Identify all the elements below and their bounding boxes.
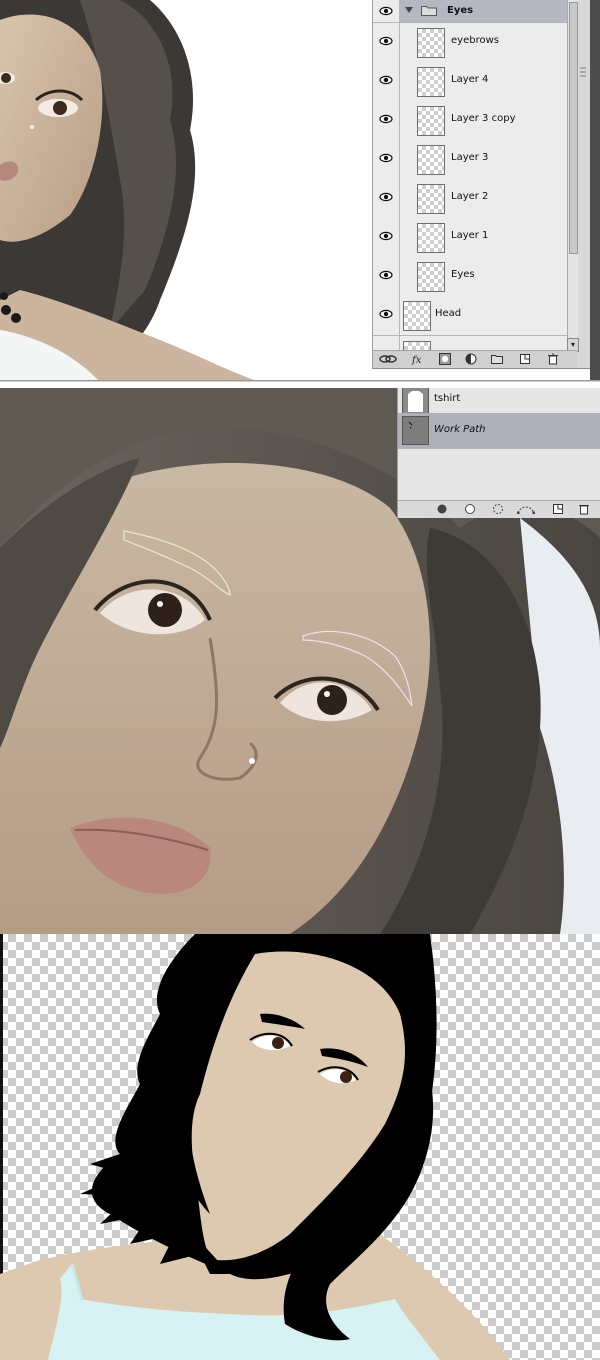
- paths-screenshot: tshirt Work Path: [0, 388, 600, 934]
- layer-thumbnail: [417, 28, 445, 58]
- make-path-icon[interactable]: [516, 503, 536, 515]
- eye-icon: [379, 192, 393, 202]
- panel-edge: [590, 0, 600, 382]
- eye-icon: [379, 114, 393, 124]
- eye-icon: [379, 153, 393, 163]
- path-label: Work Path: [434, 424, 486, 435]
- layer-label: Head: [435, 308, 462, 319]
- layer-thumbnail: [403, 341, 431, 350]
- visibility-toggle[interactable]: [373, 336, 400, 350]
- layer-label: Layer 4: [451, 74, 489, 85]
- eye-icon: [379, 231, 393, 241]
- layer-label: Layer 3 copy: [451, 113, 516, 124]
- stroke-path-icon[interactable]: [464, 503, 476, 515]
- layers-panel: Eyes eyebrows Layer 4 Layer 3 copy Layer…: [372, 0, 591, 369]
- vector-result-canvas: [0, 934, 600, 1360]
- layers-toolbar: fx: [373, 350, 577, 368]
- layer-group-eyes[interactable]: Eyes: [373, 0, 569, 23]
- folder-icon: [421, 6, 437, 16]
- layer-thumbnail: [403, 301, 431, 331]
- paths-toolbar: [398, 500, 600, 518]
- visibility-toggle[interactable]: [373, 257, 400, 296]
- new-layer-icon[interactable]: [519, 353, 531, 365]
- layer-thumbnail: [417, 223, 445, 253]
- paths-panel: tshirt Work Path: [397, 388, 600, 518]
- eye-icon: [379, 6, 393, 16]
- photo-girl-head: [0, 0, 372, 382]
- vector-illustration: [0, 934, 510, 1360]
- layer-row-layer-4[interactable]: Layer 4: [373, 62, 569, 102]
- layer-label: Layer 3: [451, 152, 489, 163]
- link-icon[interactable]: [379, 353, 397, 365]
- layer-row-layer-1[interactable]: Layer 1: [373, 218, 569, 258]
- fill-path-icon[interactable]: [436, 503, 448, 515]
- eye-icon: [379, 75, 393, 85]
- layers-screenshot: Eyes eyebrows Layer 4 Layer 3 copy Layer…: [0, 0, 600, 382]
- layer-label: Eyes: [451, 269, 475, 280]
- path-shape-icon: [408, 421, 413, 429]
- visibility-toggle[interactable]: [373, 296, 400, 335]
- eye-icon: [379, 309, 393, 319]
- visibility-toggle[interactable]: [373, 0, 400, 22]
- mask-icon[interactable]: [439, 353, 451, 365]
- path-thumbnail: [402, 388, 429, 414]
- trash-icon[interactable]: [547, 353, 559, 365]
- layer-thumbnail: [417, 145, 445, 175]
- panel-grip-icon[interactable]: [580, 62, 586, 82]
- layers-scrollbar[interactable]: [567, 0, 578, 350]
- new-path-icon[interactable]: [552, 503, 564, 515]
- layer-row-layer-3[interactable]: Layer 3: [373, 140, 569, 180]
- visibility-toggle[interactable]: [373, 23, 400, 62]
- layer-row-layer-2[interactable]: Layer 2: [373, 179, 569, 219]
- eye-icon: [379, 36, 393, 46]
- layer-label: eyebrows: [451, 35, 499, 46]
- eye-icon: [379, 270, 393, 280]
- visibility-toggle[interactable]: [373, 62, 400, 101]
- layer-thumbnail: [417, 67, 445, 97]
- expand-triangle-icon[interactable]: [405, 7, 413, 13]
- visibility-toggle[interactable]: [373, 218, 400, 257]
- visibility-toggle[interactable]: [373, 179, 400, 218]
- path-label: tshirt: [434, 393, 461, 404]
- path-row-work-path[interactable]: Work Path: [398, 413, 600, 449]
- scrollbar-thumb[interactable]: [569, 2, 578, 254]
- layer-thumbnail: [417, 106, 445, 136]
- visibility-toggle[interactable]: [373, 140, 400, 179]
- layer-row-layer-3-copy[interactable]: Layer 3 copy: [373, 101, 569, 141]
- layer-thumbnail: [417, 184, 445, 214]
- fx-icon[interactable]: fx: [411, 353, 427, 365]
- folder-icon[interactable]: [491, 353, 503, 365]
- adjustment-icon[interactable]: [465, 353, 477, 365]
- trash-icon[interactable]: [578, 503, 590, 515]
- layer-label: Layer 2: [451, 191, 489, 202]
- svg-text:fx: fx: [411, 355, 422, 365]
- load-selection-icon[interactable]: [492, 503, 504, 515]
- layer-row-head[interactable]: Head: [373, 296, 569, 336]
- layer-group-label: Eyes: [447, 5, 474, 16]
- path-thumbnail: [402, 416, 429, 445]
- canvas-scrollbar-horizontal[interactable]: [0, 380, 600, 382]
- layer-row-eyes[interactable]: Eyes: [373, 257, 569, 297]
- layer-thumbnail: [417, 262, 445, 292]
- layer-label: Layer 1: [451, 230, 489, 241]
- tshirt-shape-icon: [408, 391, 423, 412]
- layer-row-partial[interactable]: [373, 336, 569, 350]
- visibility-toggle[interactable]: [373, 101, 400, 140]
- layer-row-eyebrows[interactable]: eyebrows: [373, 23, 569, 63]
